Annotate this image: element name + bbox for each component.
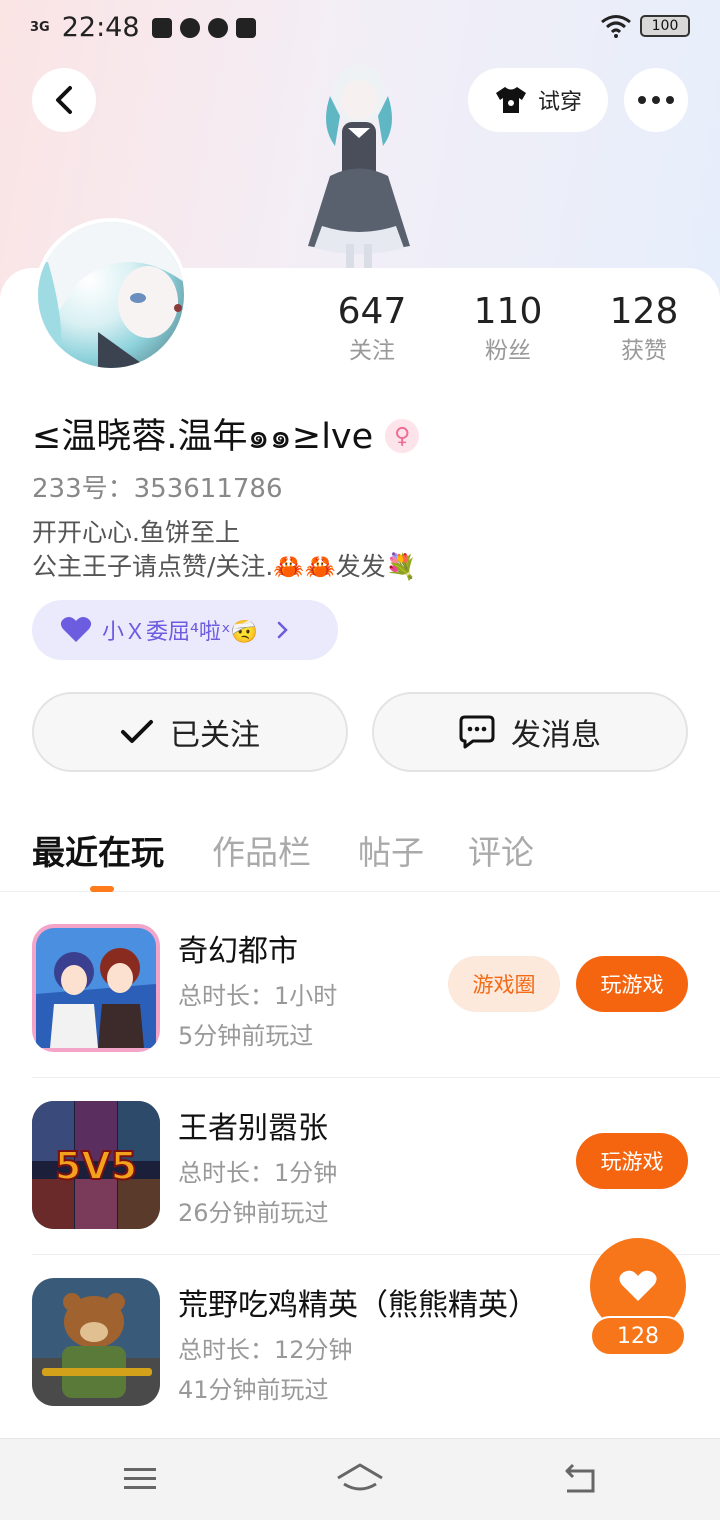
send-message-button[interactable]: 发消息 bbox=[372, 692, 688, 772]
stat-label: 获赞 bbox=[621, 338, 667, 364]
game-title: 王者别嚣张 bbox=[178, 1111, 328, 1146]
stat-value: 647 bbox=[337, 291, 407, 332]
game-duration: 总时长：1分钟 bbox=[178, 1159, 338, 1187]
chevron-right-icon bbox=[277, 621, 288, 639]
stat-followers[interactable]: 110 粉丝 bbox=[448, 290, 568, 368]
game-last-played: 26分钟前玩过 bbox=[178, 1199, 329, 1227]
game-row[interactable]: 5V5 王者别嚣张 总时长：1分钟 26分钟前玩过 玩游戏 bbox=[32, 1079, 720, 1255]
followed-button[interactable]: 已关注 bbox=[32, 692, 348, 772]
profile-stats: 647 关注 110 粉丝 128 获赞 bbox=[0, 290, 720, 380]
game-duration: 总时长：1小时 bbox=[178, 982, 338, 1010]
game-icon: 5V5 bbox=[32, 1101, 160, 1229]
game-icon bbox=[32, 1278, 160, 1406]
stat-label: 粉丝 bbox=[485, 338, 531, 364]
game-last-played: 5分钟前玩过 bbox=[178, 1022, 314, 1050]
game-row[interactable]: 奇幻都市 总时长：1小时 5分钟前玩过 游戏圈 玩游戏 bbox=[32, 902, 720, 1078]
bio-line: 公主王子请点赞/关注.🦀🦀发发💐 bbox=[32, 552, 417, 581]
game-circle-button[interactable]: 游戏圈 bbox=[448, 956, 560, 1012]
back-button[interactable] bbox=[32, 68, 96, 132]
female-gender-icon: ♀ bbox=[385, 419, 420, 453]
home-icon bbox=[337, 1463, 383, 1491]
tab-recently-played[interactable]: 最近在玩 bbox=[32, 826, 164, 874]
back-nav-button[interactable] bbox=[556, 1457, 604, 1501]
menu-icon bbox=[124, 1468, 156, 1489]
stat-value: 128 bbox=[609, 291, 679, 332]
return-icon bbox=[565, 1463, 595, 1493]
chat-bubble-icon bbox=[459, 715, 495, 749]
system-navigation-bar bbox=[0, 1438, 720, 1520]
more-options-button[interactable] bbox=[624, 68, 688, 132]
user-id: 233号：353611786 bbox=[32, 474, 283, 504]
stat-label: 关注 bbox=[349, 338, 395, 364]
stat-value: 110 bbox=[473, 291, 543, 332]
checkmark-icon bbox=[121, 720, 153, 743]
battery-indicator: 100 bbox=[640, 15, 690, 37]
bio: 开开心心.鱼饼至上 公主王子请点赞/关注.🦀🦀发发💐 bbox=[32, 516, 417, 584]
mood-tag-pill[interactable]: 小Ｘ委屈⁴啦ˣ🤕 bbox=[32, 600, 338, 660]
content-tabs: 最近在玩 作品栏 帖子 评论 bbox=[0, 826, 720, 892]
play-notification-icon bbox=[207, 17, 228, 38]
home-nav-button[interactable] bbox=[336, 1457, 384, 1501]
status-bar: 3G 22:48 100 bbox=[0, 0, 720, 56]
try-on-button[interactable]: 试穿 bbox=[468, 68, 608, 132]
try-on-label: 试穿 bbox=[537, 90, 582, 115]
tab-posts[interactable]: 帖子 bbox=[358, 826, 424, 874]
username-row: ≤温晓蓉.温年๑๑≥lve ♀ bbox=[32, 408, 420, 464]
status-time: 22:48 bbox=[61, 12, 140, 43]
game-icon bbox=[32, 924, 160, 1052]
shirt-icon bbox=[495, 87, 526, 113]
game-title: 奇幻都市 bbox=[178, 934, 298, 969]
stat-following[interactable]: 647 关注 bbox=[312, 290, 432, 368]
play-game-button[interactable]: 玩游戏 bbox=[576, 956, 688, 1012]
followed-label: 已关注 bbox=[170, 718, 260, 753]
chevron-left-icon bbox=[56, 86, 72, 114]
play-game-button[interactable]: 玩游戏 bbox=[576, 1133, 688, 1189]
menu-nav-button[interactable] bbox=[116, 1457, 164, 1501]
game-title: 荒野吃鸡精英（熊熊精英） bbox=[178, 1288, 538, 1323]
heart-icon bbox=[60, 617, 92, 642]
wifi-icon bbox=[601, 15, 631, 38]
more-icon bbox=[638, 96, 674, 104]
network-indicator: 3G bbox=[30, 20, 50, 35]
stat-likes[interactable]: 128 获赞 bbox=[584, 290, 704, 368]
send-message-label: 发消息 bbox=[511, 718, 601, 753]
check-notification-icon bbox=[235, 17, 256, 38]
username: ≤温晓蓉.温年๑๑≥lve bbox=[32, 417, 374, 457]
tab-comments[interactable]: 评论 bbox=[468, 826, 534, 874]
game-duration: 总时长：12分钟 bbox=[178, 1336, 353, 1364]
like-count: 128 bbox=[590, 1316, 686, 1356]
svg-text:5V5: 5V5 bbox=[55, 1144, 137, 1188]
notification-app-icon bbox=[151, 17, 172, 38]
avatar-character-figure bbox=[300, 56, 418, 270]
heart-icon bbox=[619, 1270, 657, 1301]
notification-app-icon bbox=[179, 17, 200, 38]
mood-tag-label: 小Ｘ委屈⁴啦ˣ🤕 bbox=[102, 620, 258, 645]
game-last-played: 41分钟前玩过 bbox=[178, 1376, 329, 1404]
active-tab-indicator bbox=[90, 886, 114, 892]
tab-works[interactable]: 作品栏 bbox=[212, 826, 311, 874]
bio-line: 开开心心.鱼饼至上 bbox=[32, 518, 240, 547]
